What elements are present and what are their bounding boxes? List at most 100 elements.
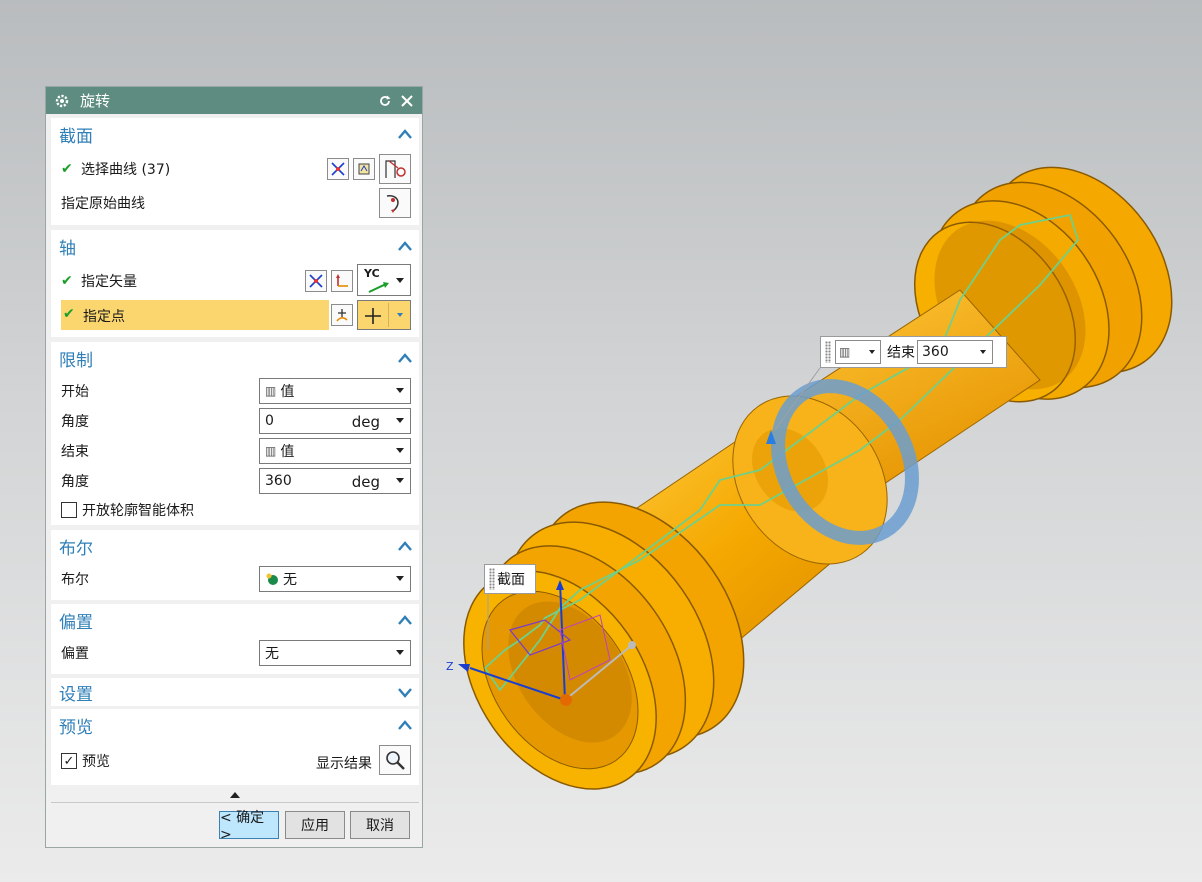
- open-profile-row[interactable]: 开放轮廓智能体积: [51, 498, 419, 522]
- vector-type-dropdown[interactable]: YC: [357, 264, 411, 296]
- show-result-label: 显示结果: [316, 756, 372, 772]
- checkmark-icon: ✔: [63, 306, 75, 322]
- chevron-up-icon[interactable]: [397, 352, 413, 364]
- end-angle-value: 360: [265, 473, 292, 489]
- boolean-value: 无: [283, 572, 297, 588]
- section-group: 截面 ✔ 选择曲线 (37) 指定原始曲线: [51, 118, 419, 225]
- end-handle-value: 360: [922, 344, 949, 360]
- end-angle-input[interactable]: 360 deg: [259, 468, 411, 494]
- end-angle-unit: deg: [351, 473, 380, 491]
- end-handle-label-text: 结束: [887, 345, 915, 361]
- end-type-dropdown[interactable]: ▥ 值: [259, 438, 411, 464]
- value-type-icon: ▥: [265, 384, 277, 398]
- vector-dialog-icon[interactable]: [331, 270, 353, 292]
- chevron-up-icon[interactable]: [397, 540, 413, 552]
- value-type-icon: ▥: [265, 444, 277, 458]
- preview-label: 预览: [82, 754, 110, 770]
- boolean-none-icon: [266, 573, 278, 585]
- settings-group: 设置: [51, 678, 419, 706]
- ok-button[interactable]: < 确定 >: [219, 810, 279, 843]
- chevron-up-icon[interactable]: [397, 614, 413, 626]
- vector-arrow-icon: [368, 282, 389, 293]
- settings-group-header[interactable]: 设置: [51, 678, 419, 706]
- end-handle-label[interactable]: ▥ 结束 360: [820, 336, 1007, 368]
- start-type-dropdown[interactable]: ▥ 值: [259, 378, 411, 404]
- gear-icon: [55, 94, 69, 107]
- limits-group-header[interactable]: 限制: [51, 342, 419, 374]
- offset-group-title: 偏置: [59, 612, 93, 633]
- crosshair-icon: [365, 308, 381, 324]
- vector-type-value: YC: [364, 267, 380, 280]
- point-dialog-icon[interactable]: [331, 304, 353, 326]
- chevron-up-icon[interactable]: [397, 128, 413, 140]
- chevron-up-icon[interactable]: [397, 240, 413, 252]
- boolean-group-title: 布尔: [59, 538, 93, 559]
- close-icon[interactable]: [398, 92, 416, 110]
- end-label: 结束: [61, 444, 89, 460]
- cancel-button[interactable]: 取消: [350, 811, 410, 839]
- curve-select-icon[interactable]: [379, 154, 411, 184]
- dialog-title: 旋转: [80, 92, 111, 110]
- end-angle-label: 角度: [61, 474, 89, 490]
- specify-point-row[interactable]: ✔ 指定点: [61, 300, 329, 330]
- show-result-button[interactable]: [379, 745, 411, 775]
- value-type-icon: ▥: [839, 345, 851, 359]
- specify-origin-curve-label: 指定原始曲线: [61, 196, 145, 212]
- offset-group: 偏置 偏置 无: [51, 604, 419, 674]
- origin-curve-icon[interactable]: [379, 188, 411, 218]
- boolean-group-header[interactable]: 布尔: [51, 530, 419, 562]
- drag-grip-icon[interactable]: [489, 568, 495, 590]
- axis-group: 轴 ✔ 指定矢量 YC ✔ 指定点: [51, 230, 419, 337]
- apply-button[interactable]: 应用: [285, 811, 345, 839]
- open-profile-checkbox[interactable]: [61, 502, 77, 518]
- chevron-down-icon[interactable]: [397, 686, 413, 698]
- revolve-dialog: 旋转 截面 ✔ 选择曲线 (37) 指定原始曲线 轴 ✔ 指定矢量 YC ✔ 指…: [45, 86, 423, 848]
- magnifier-icon: [386, 751, 405, 770]
- section-handle-label-text: 截面: [497, 572, 525, 588]
- start-type-value: 值: [280, 384, 295, 400]
- axis-group-title: 轴: [59, 238, 76, 259]
- start-angle-label: 角度: [61, 414, 89, 430]
- section-handle-label[interactable]: 截面: [484, 564, 536, 594]
- curve-rule-icon[interactable]: [327, 158, 349, 180]
- open-profile-label: 开放轮廓智能体积: [82, 503, 194, 519]
- offset-group-header[interactable]: 偏置: [51, 604, 419, 636]
- limits-group-title: 限制: [59, 350, 93, 371]
- start-angle-input[interactable]: 0 deg: [259, 408, 411, 434]
- axis-group-header[interactable]: 轴: [51, 230, 419, 262]
- offset-label: 偏置: [61, 646, 89, 662]
- sketch-section-icon[interactable]: [353, 158, 375, 180]
- offset-value: 无: [265, 646, 279, 662]
- boolean-group: 布尔 布尔 无: [51, 530, 419, 600]
- preview-checkbox[interactable]: ✓: [61, 753, 77, 769]
- point-type-dropdown[interactable]: [357, 300, 411, 330]
- section-group-title: 截面: [59, 126, 93, 147]
- start-label: 开始: [61, 384, 89, 400]
- specify-vector-label: 指定矢量: [81, 274, 137, 290]
- collapse-arrow-icon[interactable]: [229, 791, 241, 799]
- dialog-titlebar[interactable]: 旋转: [46, 87, 422, 114]
- specify-origin-curve-row[interactable]: 指定原始曲线: [51, 190, 419, 216]
- end-type-value: 值: [280, 444, 295, 460]
- preview-group-header[interactable]: 预览: [51, 709, 419, 741]
- offset-dropdown[interactable]: 无: [259, 640, 411, 666]
- end-handle-value-field[interactable]: 360: [917, 340, 993, 364]
- boolean-dropdown[interactable]: 无: [259, 566, 411, 592]
- reset-icon[interactable]: [376, 92, 394, 110]
- limits-group: 限制 开始 ▥ 值 角度 0 deg 结束 ▥ 值 角度 360 deg 开放轮…: [51, 342, 419, 525]
- reverse-direction-icon[interactable]: [305, 270, 327, 292]
- checkmark-icon: ✔: [61, 161, 73, 177]
- specify-point-label: 指定点: [83, 309, 125, 325]
- axis-z-label: Z: [446, 660, 454, 673]
- section-group-header[interactable]: 截面: [51, 118, 419, 150]
- select-curve-label: 选择曲线 (37): [81, 162, 171, 178]
- start-angle-unit: deg: [351, 413, 380, 431]
- checkmark-icon: ✔: [61, 273, 73, 289]
- footer-divider: [51, 802, 419, 803]
- drag-grip-icon[interactable]: [825, 341, 831, 363]
- value-type-dropdown[interactable]: ▥: [835, 340, 881, 364]
- preview-group: 预览 ✓ 预览 显示结果: [51, 709, 419, 785]
- settings-group-title: 设置: [59, 684, 93, 705]
- boolean-label: 布尔: [61, 572, 89, 588]
- chevron-up-icon[interactable]: [397, 719, 413, 731]
